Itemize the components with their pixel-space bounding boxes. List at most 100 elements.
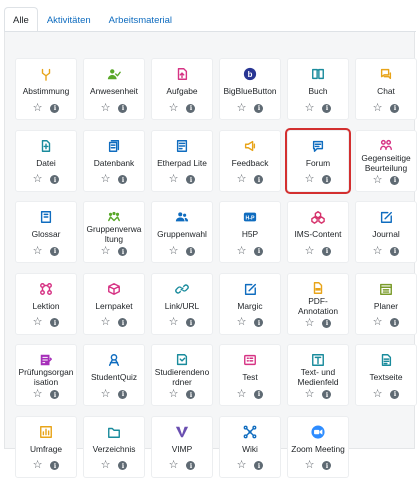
star-icon[interactable]: ☆ xyxy=(169,460,179,471)
info-icon[interactable]: i xyxy=(254,461,264,470)
info-icon[interactable]: i xyxy=(254,246,264,256)
star-icon[interactable]: ☆ xyxy=(237,388,247,400)
star-icon[interactable]: ☆ xyxy=(373,388,383,400)
star-icon[interactable]: ☆ xyxy=(237,174,247,185)
info-icon[interactable]: i xyxy=(118,247,128,256)
star-icon[interactable]: ☆ xyxy=(373,174,383,186)
activity-tile[interactable]: Feedback ☆ i xyxy=(219,129,281,192)
star-icon[interactable]: ☆ xyxy=(101,102,111,114)
activity-tile[interactable]: Aufgabe ☆ i xyxy=(151,58,213,120)
info-icon[interactable]: i xyxy=(50,461,60,470)
activity-tile[interactable]: Gegenseitige Beurteilung ☆ i xyxy=(355,129,417,192)
activity-tile[interactable]: Textseite ☆ i xyxy=(355,344,417,406)
tab-alle[interactable]: Alle xyxy=(4,7,38,33)
info-icon[interactable]: i xyxy=(390,175,400,185)
activity-tile[interactable]: Lektion ☆ i xyxy=(15,272,77,335)
info-icon[interactable]: i xyxy=(322,318,332,328)
star-icon[interactable]: ☆ xyxy=(237,460,247,471)
info-icon[interactable]: i xyxy=(254,103,264,113)
activity-tile[interactable]: Wiki ☆ i xyxy=(219,415,281,478)
activity-tile[interactable]: PDF-Annotation ☆ i xyxy=(287,272,349,335)
activity-tile[interactable]: Datei ☆ i xyxy=(15,129,77,192)
star-icon[interactable]: ☆ xyxy=(33,389,43,400)
star-icon[interactable]: ☆ xyxy=(101,460,111,471)
star-icon[interactable]: ☆ xyxy=(373,102,383,114)
star-icon[interactable]: ☆ xyxy=(101,174,111,185)
activity-tile[interactable]: Glossar ☆ i xyxy=(15,201,77,263)
info-icon[interactable]: i xyxy=(322,390,332,399)
info-icon[interactable]: i xyxy=(322,461,332,470)
info-icon[interactable]: i xyxy=(186,390,196,399)
star-icon[interactable]: ☆ xyxy=(305,102,315,114)
star-icon[interactable]: ☆ xyxy=(237,102,247,114)
info-icon[interactable]: i xyxy=(186,246,196,256)
tab-aktivitaeten[interactable]: Aktivitäten xyxy=(38,7,100,32)
info-icon[interactable]: i xyxy=(322,246,332,256)
activity-tile[interactable]: Anwesenheit ☆ i xyxy=(83,58,145,120)
star-icon[interactable]: ☆ xyxy=(373,317,383,328)
activity-tile[interactable]: Journal ☆ i xyxy=(355,201,417,263)
star-icon[interactable]: ☆ xyxy=(169,317,179,328)
activity-tile[interactable]: Buch ☆ i xyxy=(287,58,349,120)
activity-tile[interactable]: Gruppenwahl ☆ i xyxy=(151,201,213,263)
activity-tile[interactable]: Datenbank ☆ i xyxy=(83,129,145,192)
activity-tile[interactable]: IMS-Content ☆ i xyxy=(287,201,349,263)
star-icon[interactable]: ☆ xyxy=(101,246,111,257)
activity-tile[interactable]: Abstimmung ☆ i xyxy=(15,58,77,120)
star-icon[interactable]: ☆ xyxy=(33,174,43,185)
info-icon[interactable]: i xyxy=(118,175,128,184)
info-icon[interactable]: i xyxy=(254,175,264,184)
activity-tile[interactable]: Gruppenverwaltung ☆ i xyxy=(83,201,145,263)
star-icon[interactable]: ☆ xyxy=(237,317,247,328)
info-icon[interactable]: i xyxy=(322,175,332,184)
star-icon[interactable]: ☆ xyxy=(101,317,111,328)
star-icon[interactable]: ☆ xyxy=(101,388,111,400)
info-icon[interactable]: i xyxy=(322,103,332,113)
star-icon[interactable]: ☆ xyxy=(33,245,43,257)
info-icon[interactable]: i xyxy=(390,103,400,113)
info-icon[interactable]: i xyxy=(186,175,196,184)
activity-tile[interactable]: Forum ☆ i xyxy=(285,127,351,194)
info-icon[interactable]: i xyxy=(50,175,60,184)
info-icon[interactable]: i xyxy=(50,246,60,256)
info-icon[interactable]: i xyxy=(390,389,400,399)
info-icon[interactable]: i xyxy=(118,461,128,470)
activity-tile[interactable]: Link/URL ☆ i xyxy=(151,272,213,335)
activity-tile[interactable]: Zoom Meeting ☆ i xyxy=(287,415,349,478)
star-icon[interactable]: ☆ xyxy=(373,245,383,257)
star-icon[interactable]: ☆ xyxy=(33,102,43,114)
activity-tile[interactable]: Prüfungsorganisation ☆ i xyxy=(15,344,77,406)
star-icon[interactable]: ☆ xyxy=(305,245,315,257)
star-icon[interactable]: ☆ xyxy=(169,102,179,114)
info-icon[interactable]: i xyxy=(186,318,196,327)
activity-tile[interactable]: Lernpaket ☆ i xyxy=(83,272,145,335)
activity-tile[interactable]: Etherpad Lite ☆ i xyxy=(151,129,213,192)
info-icon[interactable]: i xyxy=(390,246,400,256)
info-icon[interactable]: i xyxy=(50,103,60,113)
star-icon[interactable]: ☆ xyxy=(169,389,179,400)
activity-tile[interactable]: H-P H5P ☆ i xyxy=(219,201,281,263)
activity-tile[interactable]: Margic ☆ i xyxy=(219,272,281,335)
activity-tile[interactable]: VIMP ☆ i xyxy=(151,415,213,478)
activity-tile[interactable]: Planer ☆ i xyxy=(355,272,417,335)
info-icon[interactable]: i xyxy=(254,318,264,327)
info-icon[interactable]: i xyxy=(50,390,60,399)
star-icon[interactable]: ☆ xyxy=(237,245,247,257)
activity-tile[interactable]: Test ☆ i xyxy=(219,344,281,406)
activity-tile[interactable]: Chat ☆ i xyxy=(355,58,417,120)
tab-arbeitsmaterial[interactable]: Arbeitsmaterial xyxy=(100,7,181,32)
info-icon[interactable]: i xyxy=(118,318,128,327)
star-icon[interactable]: ☆ xyxy=(169,245,179,257)
info-icon[interactable]: i xyxy=(186,461,196,470)
info-icon[interactable]: i xyxy=(118,103,128,113)
activity-tile[interactable]: b BigBlueButton ☆ i xyxy=(219,58,281,120)
info-icon[interactable]: i xyxy=(50,318,60,327)
star-icon[interactable]: ☆ xyxy=(33,460,43,471)
star-icon[interactable]: ☆ xyxy=(33,317,43,328)
star-icon[interactable]: ☆ xyxy=(169,174,179,185)
activity-tile[interactable]: Studierendenordner ☆ i xyxy=(151,344,213,406)
info-icon[interactable]: i xyxy=(390,318,400,327)
star-icon[interactable]: ☆ xyxy=(305,174,315,185)
activity-tile[interactable]: StudentQuiz ☆ i xyxy=(83,344,145,406)
info-icon[interactable]: i xyxy=(118,389,128,399)
